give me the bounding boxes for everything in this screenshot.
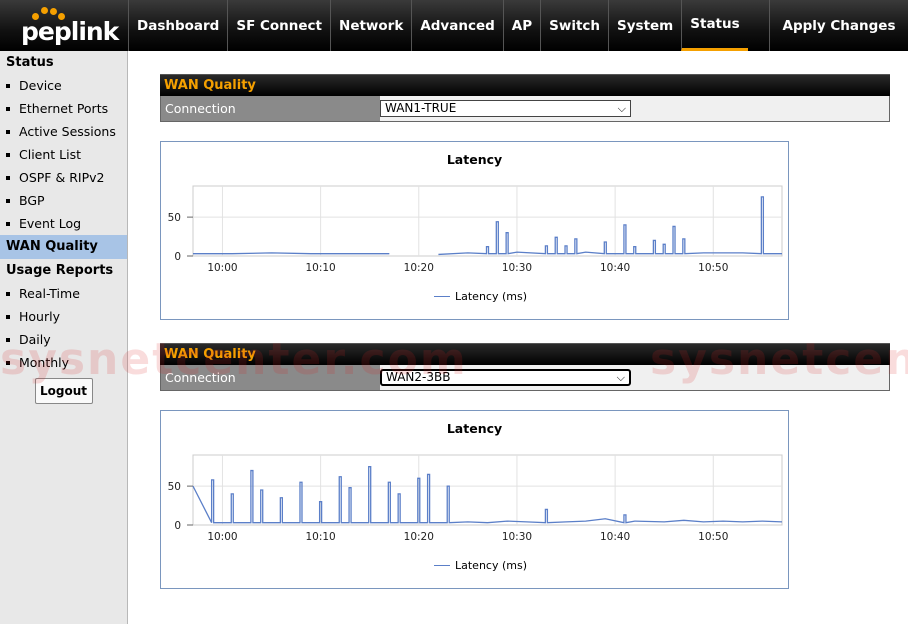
chevron-down-icon: ⌵ [617, 102, 626, 115]
nav-ap[interactable]: AP [502, 0, 540, 51]
latency-chart-1: Latency 10:00 10:10 10:20 10:30 10:40 10:50 0 5… [160, 141, 789, 320]
main-nav: Dashboard SF Connect Network Advanced AP… [128, 0, 748, 51]
sidebar-header-status: Status [6, 55, 54, 70]
nav-dashboard[interactable]: Dashboard [128, 0, 227, 51]
nav-status[interactable]: Status [681, 0, 748, 51]
legend-label: Latency (ms) [455, 290, 528, 303]
nav-sf-connect[interactable]: SF Connect [227, 0, 330, 51]
legend-label: Latency (ms) [455, 559, 528, 572]
logo-text: peplink [21, 17, 119, 46]
sidebar-item-event-log[interactable]: Event Log [0, 212, 127, 235]
x-tick-label: 10:00 [207, 531, 237, 543]
y-tick-label: 50 [168, 481, 181, 493]
sidebar-item-wan-quality[interactable]: WAN Quality [0, 235, 127, 259]
x-tick-label: 10:20 [404, 531, 434, 543]
sidebar-item-bgp[interactable]: BGP [0, 189, 127, 212]
x-tick-label: 10:40 [600, 262, 630, 274]
peplink-logo[interactable]: peplink [18, 5, 119, 47]
sidebar-item-client-list[interactable]: Client List [0, 143, 127, 166]
connection-label: Connection [161, 365, 380, 390]
x-tick-label: 10:30 [502, 262, 532, 274]
sidebar-item-active-sessions[interactable]: Active Sessions [0, 120, 127, 143]
panel-title: WAN Quality [160, 74, 890, 96]
sidebar-item-ospf-ripv2[interactable]: OSPF & RIPv2 [0, 166, 127, 189]
connection-select-value: WAN2-3BB [386, 370, 451, 384]
logout-button[interactable]: Logout [34, 378, 93, 404]
sidebar: Status Device Ethernet Ports Active Sess… [0, 51, 128, 624]
chart-legend: Latency (ms) [434, 559, 527, 572]
nav-switch[interactable]: Switch [540, 0, 608, 51]
x-tick-label: 10:00 [207, 262, 237, 274]
apply-changes-button[interactable]: Apply Changes [769, 0, 908, 51]
sidebar-item-daily[interactable]: Daily [0, 328, 127, 351]
sidebar-item-device[interactable]: Device [0, 74, 127, 97]
connection-select-value: WAN1-TRUE [385, 101, 457, 115]
x-tick-label: 10:50 [698, 531, 728, 543]
y-tick-label: 0 [174, 520, 181, 532]
x-tick-label: 10:10 [305, 262, 335, 274]
connection-label: Connection [161, 96, 380, 121]
x-tick-label: 10:20 [404, 262, 434, 274]
nav-advanced[interactable]: Advanced [411, 0, 502, 51]
chart-legend: Latency (ms) [434, 290, 527, 303]
connection-select[interactable]: WAN2-3BB ⌵ [380, 369, 631, 386]
plot-area [192, 454, 783, 526]
wan-quality-panel-2: WAN Quality Connection WAN2-3BB ⌵ [160, 343, 890, 391]
x-tick-label: 10:40 [600, 531, 630, 543]
panel-title: WAN Quality [160, 343, 890, 365]
sidebar-item-real-time[interactable]: Real-Time [0, 282, 127, 305]
y-tick-label: 0 [174, 251, 181, 263]
x-tick-label: 10:50 [698, 262, 728, 274]
y-tick-label: 50 [168, 212, 181, 224]
wan-quality-panel-1: WAN Quality Connection WAN1-TRUE ⌵ [160, 74, 890, 122]
sidebar-item-ethernet-ports[interactable]: Ethernet Ports [0, 97, 127, 120]
x-tick-label: 10:30 [502, 531, 532, 543]
plot-area [192, 185, 783, 257]
sidebar-header-usage-reports: Usage Reports [6, 263, 114, 278]
legend-line-icon [434, 296, 450, 297]
legend-line-icon [434, 565, 450, 566]
nav-system[interactable]: System [608, 0, 681, 51]
chevron-down-icon: ⌵ [616, 371, 625, 384]
x-tick-label: 10:10 [305, 531, 335, 543]
sidebar-item-monthly[interactable]: Monthly [0, 351, 127, 374]
nav-network[interactable]: Network [330, 0, 411, 51]
latency-chart-2: Latency 10:00 10:10 10:20 10:30 10:40 10:50 0 5… [160, 410, 789, 589]
top-navigation-bar: peplink Dashboard SF Connect Network Adv… [0, 0, 908, 51]
sidebar-item-hourly[interactable]: Hourly [0, 305, 127, 328]
connection-select[interactable]: WAN1-TRUE ⌵ [380, 100, 631, 117]
